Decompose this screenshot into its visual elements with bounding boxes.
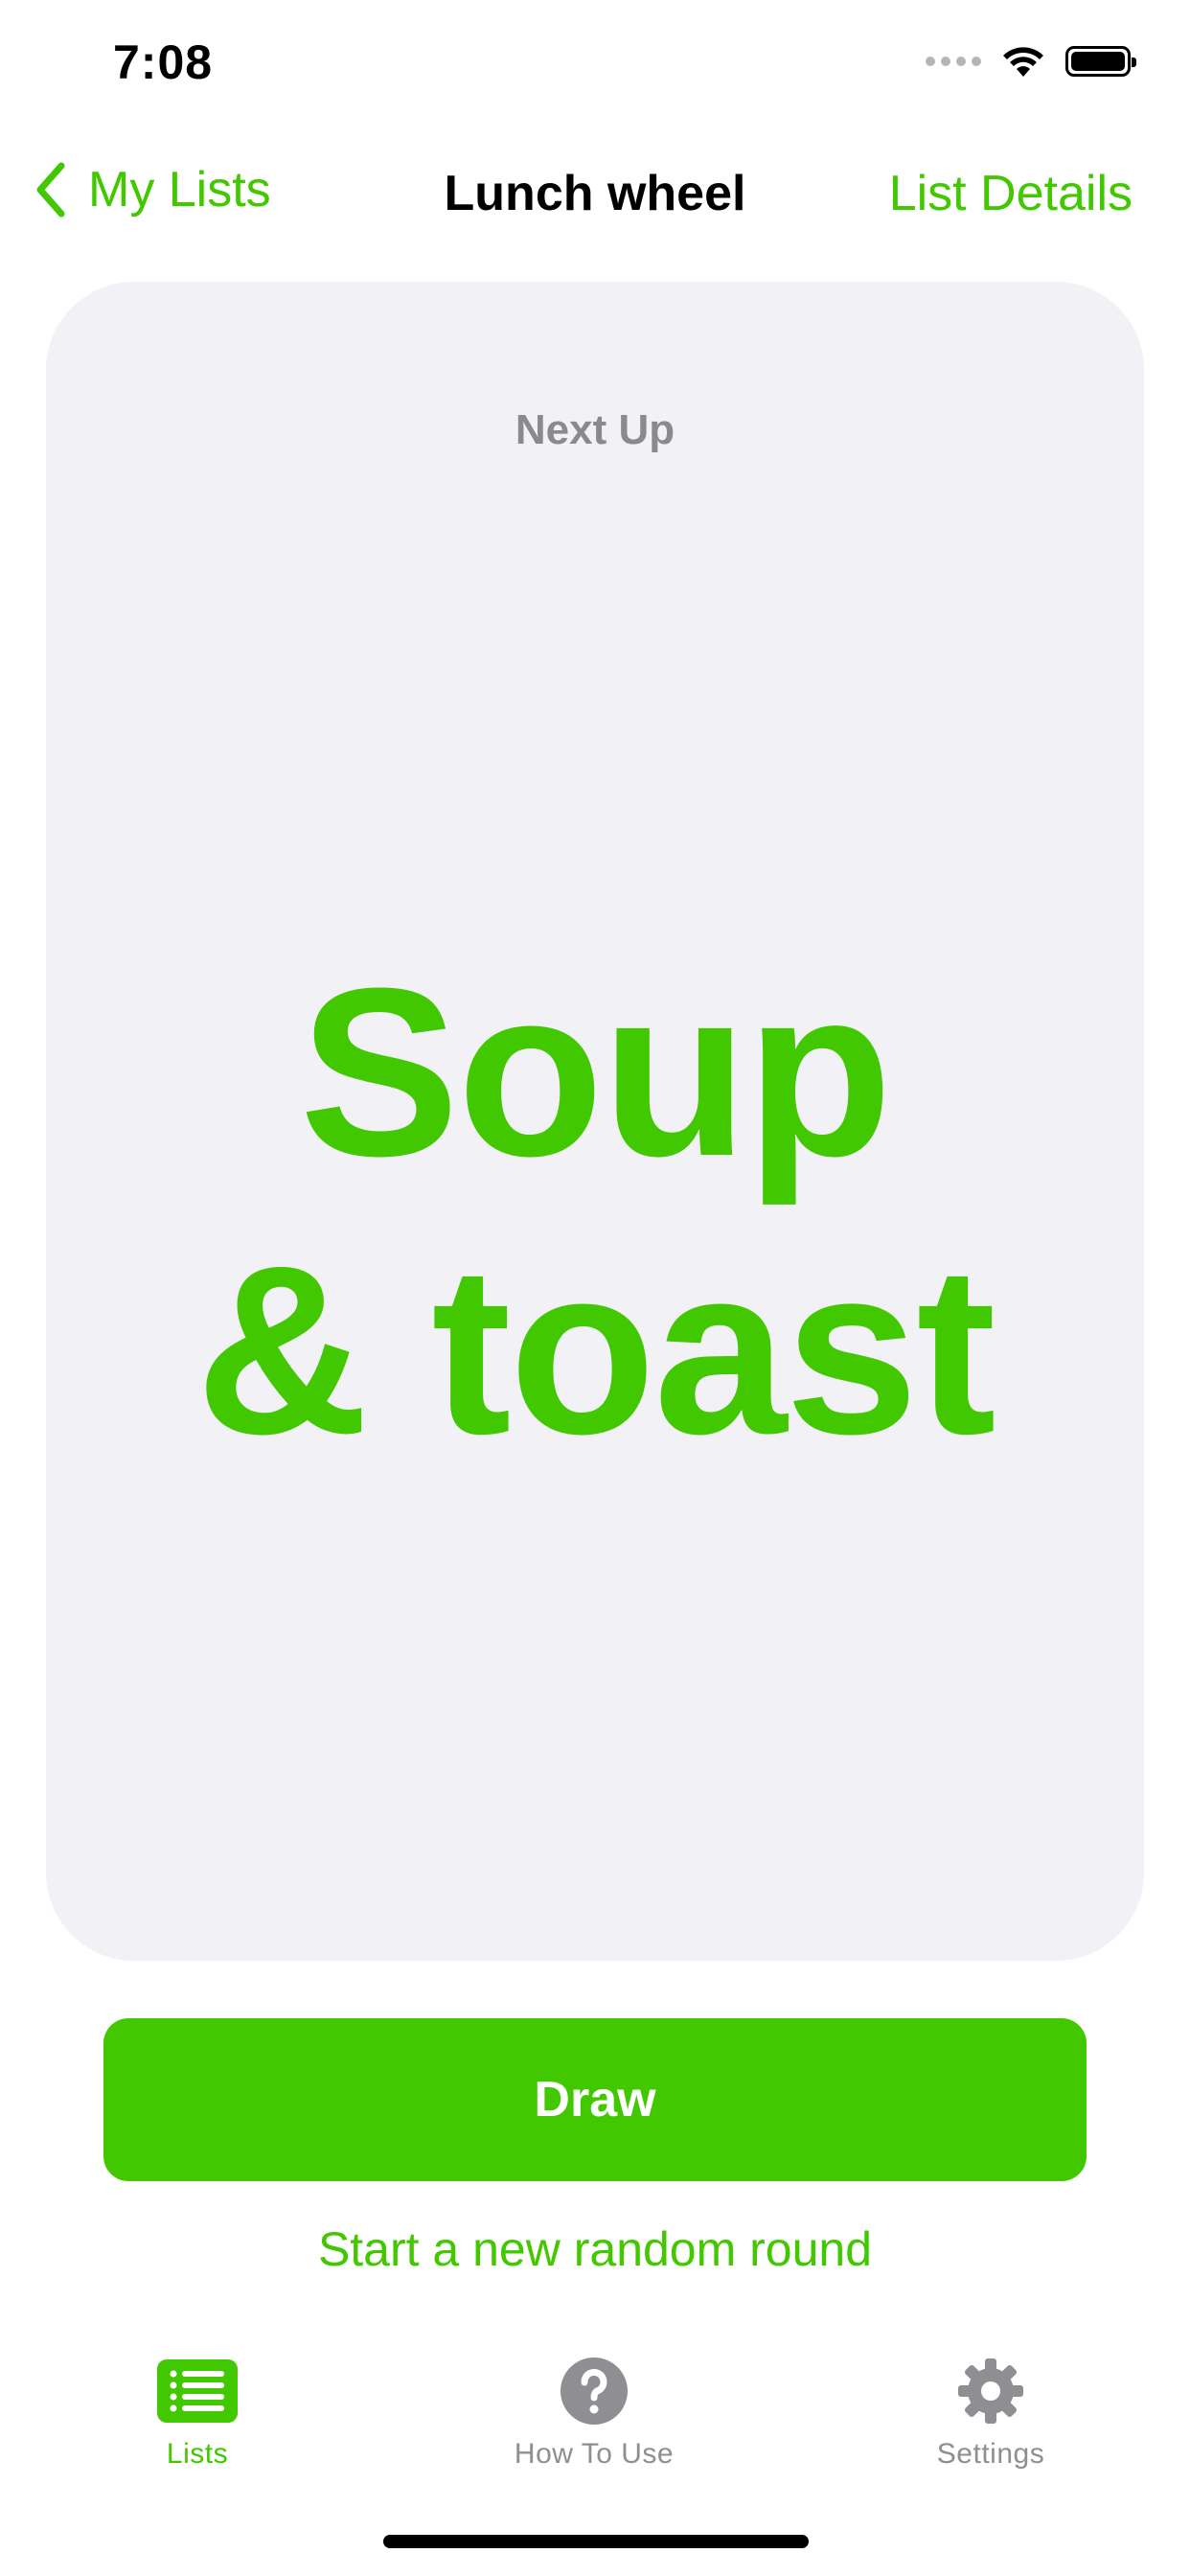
tab-bar: Lists How To Use Settings <box>0 2338 1190 2501</box>
new-round-button[interactable]: Start a new random round <box>0 2221 1190 2277</box>
home-indicator[interactable] <box>383 2535 809 2548</box>
status-time: 7:08 <box>113 35 214 89</box>
list-details-button[interactable]: List Details <box>889 165 1133 222</box>
drawn-item-line-1: Soup <box>299 938 893 1206</box>
tab-how-to-use-label: How To Use <box>514 2438 675 2470</box>
list-icon <box>157 2358 238 2425</box>
tab-lists-label: Lists <box>166 2438 229 2470</box>
draw-button[interactable]: Draw <box>103 2018 1087 2181</box>
drawn-item: Soup & toast <box>46 933 1144 1489</box>
tab-lists[interactable]: Lists <box>54 2358 341 2471</box>
wifi-icon <box>1003 47 1043 77</box>
status-indicators <box>926 44 1136 79</box>
battery-icon <box>1065 46 1136 77</box>
tab-settings[interactable]: Settings <box>847 2358 1134 2471</box>
tab-how-to-use[interactable]: How To Use <box>450 2358 738 2471</box>
cellular-signal-icon <box>926 57 981 66</box>
navigation-bar: My Lists Lunch wheel List Details <box>0 144 1190 240</box>
question-icon <box>554 2358 634 2425</box>
screen: 7:08 My Lists Lunch wheel List Details N… <box>0 0 1190 2576</box>
gear-icon <box>950 2358 1031 2425</box>
next-up-label: Next Up <box>515 406 675 453</box>
tab-settings-label: Settings <box>936 2438 1045 2470</box>
next-up-card: Next Up Soup & toast <box>46 282 1144 1961</box>
drawn-item-line-2: & toast <box>195 1216 995 1484</box>
